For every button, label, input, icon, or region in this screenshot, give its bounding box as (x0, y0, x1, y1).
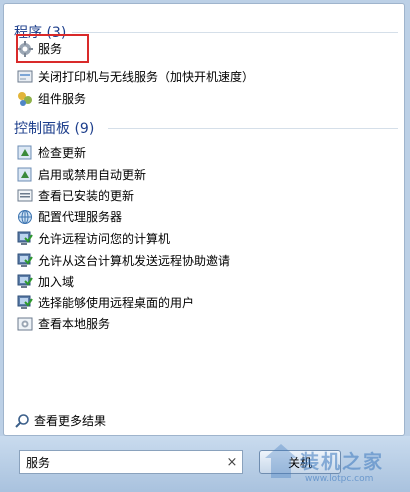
result-item-label: 启用或禁用自动更新 (38, 168, 147, 182)
result-item-remote-desktop-users[interactable]: 选择能够使用远程桌面的用户 (16, 292, 402, 313)
result-item-label: 检查更新 (38, 146, 87, 160)
result-item-label: 查看已安装的更新 (38, 189, 135, 203)
installed-updates-icon (17, 189, 33, 201)
remote-computer-icon (17, 274, 33, 288)
result-item-label: 选择能够使用远程桌面的用户 (38, 296, 195, 310)
result-item-label: 关闭打印机与无线服务（加快开机速度） (38, 70, 255, 84)
result-item-disable-printer-wireless[interactable]: 关闭打印机与无线服务（加快开机速度） (16, 66, 402, 87)
result-item-label: 允许远程访问您的计算机 (38, 232, 171, 246)
result-item-remote-assistance[interactable]: 允许从这台计算机发送远程协助邀请 (16, 250, 402, 271)
remote-computer-icon (17, 295, 33, 309)
see-more-results-link[interactable]: 查看更多结果 (14, 412, 106, 429)
remote-computer-icon (17, 231, 33, 245)
search-input-value: 服务 (26, 455, 51, 470)
proxy-globe-icon (18, 209, 32, 224)
result-item-configure-proxy[interactable]: 配置代理服务器 (16, 206, 402, 227)
watermark-text: 装机之家 (300, 451, 385, 473)
search-icon (15, 413, 29, 428)
watermark-url: www.lotpc.com (305, 474, 374, 484)
see-more-results-label: 查看更多结果 (34, 414, 107, 428)
local-services-icon (17, 317, 33, 330)
windows-update-icon (17, 145, 32, 159)
result-item-component-services[interactable]: 组件服务 (16, 88, 402, 109)
result-item-join-domain[interactable]: 加入域 (16, 271, 402, 292)
control-panel-divider (108, 128, 398, 129)
result-item-label: 组件服务 (38, 92, 87, 106)
watermark-logo (265, 444, 297, 478)
component-services-icon (18, 91, 32, 106)
result-item-label: 查看本地服务 (38, 317, 111, 331)
result-item-check-updates[interactable]: 检查更新 (16, 142, 402, 163)
search-input[interactable]: 服务 × (19, 450, 243, 474)
result-item-label: 加入域 (38, 275, 75, 289)
remote-computer-icon (17, 253, 33, 267)
result-item-view-local-services[interactable]: 查看本地服务 (16, 313, 402, 334)
programs-divider (72, 32, 398, 33)
result-item-label: 配置代理服务器 (38, 210, 123, 224)
windows-update-icon (17, 167, 32, 181)
result-item-view-installed-updates[interactable]: 查看已安装的更新 (16, 185, 402, 206)
printer-wireless-icon (17, 70, 33, 82)
clear-search-icon[interactable]: × (222, 455, 242, 470)
result-item-toggle-auto-updates[interactable]: 启用或禁用自动更新 (16, 164, 402, 185)
highlight-box (16, 34, 89, 63)
result-item-label: 允许从这台计算机发送远程协助邀请 (38, 254, 231, 268)
control-panel-section-header: 控制面板 (9) (14, 121, 95, 137)
result-item-allow-remote-access[interactable]: 允许远程访问您的计算机 (16, 228, 402, 249)
